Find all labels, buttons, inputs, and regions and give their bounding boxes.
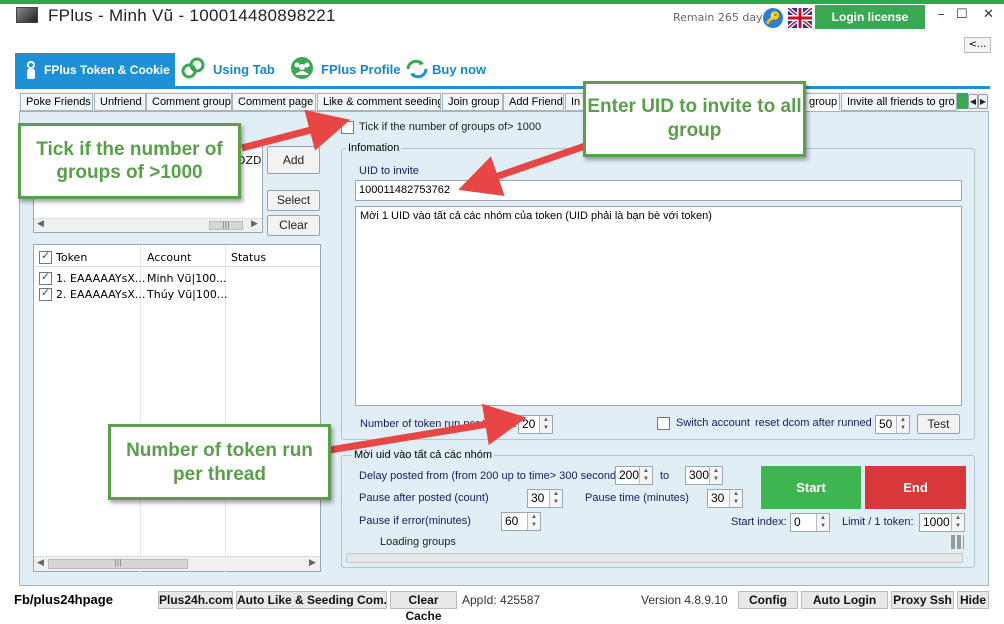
auto-login-button[interactable]: Auto Login: [801, 591, 888, 609]
seeding-button[interactable]: Auto Like & Seeding Com...: [236, 591, 387, 609]
fb-page-link[interactable]: Fb/plus24hpage: [14, 592, 113, 607]
callout-threads: Number of token run per thread: [108, 424, 331, 500]
callout-tick: Tick if the number of groups of >1000: [18, 123, 241, 199]
arrow-to-uid: [458, 142, 587, 196]
version: Version 4.8.9.10: [641, 593, 728, 607]
hide-button[interactable]: Hide: [957, 591, 989, 609]
proxy-ssh-button[interactable]: Proxy Ssh: [891, 591, 954, 609]
clear-cache-button[interactable]: Clear Cache: [390, 591, 457, 623]
callout-uid: Enter UID to invite to all group: [583, 81, 806, 157]
site-button[interactable]: Plus24h.com: [158, 591, 233, 609]
app-id: AppId: 425587: [462, 593, 541, 607]
config-button[interactable]: Config: [738, 591, 798, 609]
arrow-to-threads: [329, 403, 527, 454]
annotation-arrows: [241, 109, 587, 454]
arrow-to-tick: [241, 109, 351, 152]
